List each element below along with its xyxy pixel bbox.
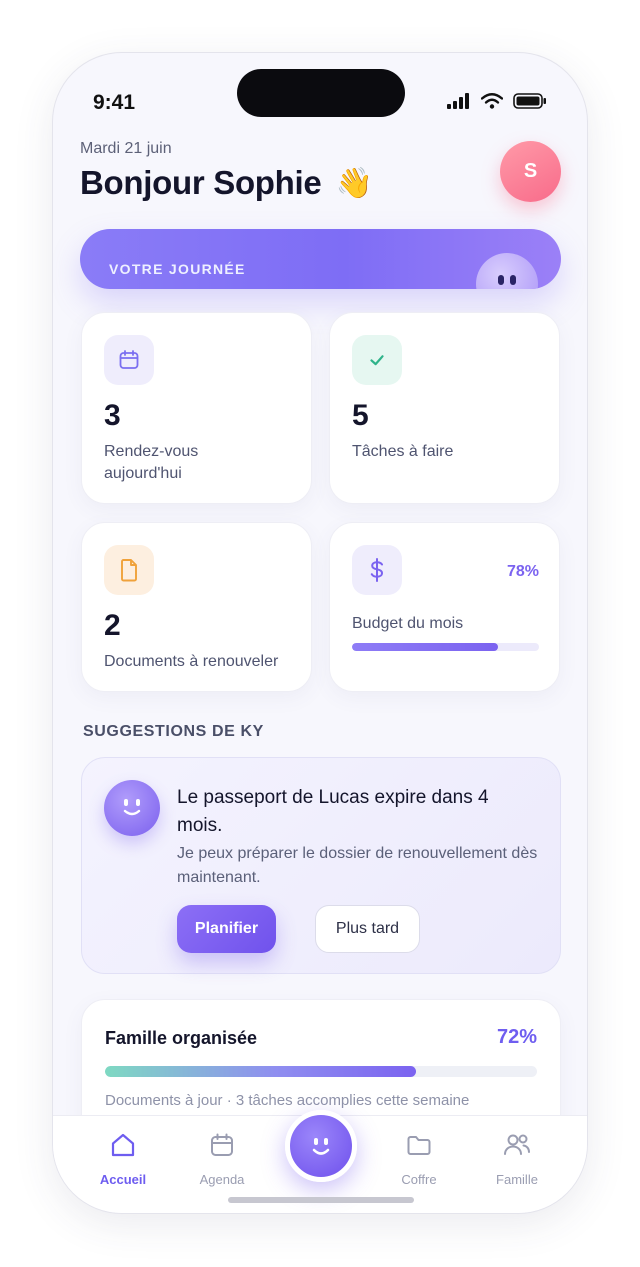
suggestion-card: Le passeport de Lucas expire dans 4 mois… — [81, 757, 561, 974]
check-icon — [352, 335, 402, 385]
tab-accueil[interactable]: Accueil — [83, 1130, 163, 1187]
appointments-count: 3 — [104, 399, 121, 432]
family-progress-fill — [105, 1066, 417, 1077]
profile-avatar[interactable]: S — [500, 141, 561, 202]
tab-label: Coffre — [401, 1172, 437, 1187]
family-title: Famille organisée — [105, 1028, 258, 1048]
day-summary-banner[interactable]: VOTRE JOURNÉE — [80, 229, 561, 289]
plan-button[interactable]: Planifier — [177, 905, 276, 953]
home-indicator — [228, 1197, 414, 1203]
tasks-card[interactable]: 5 Tâches à faire — [329, 312, 560, 504]
later-button[interactable]: Plus tard — [315, 905, 420, 953]
tab-label: Accueil — [99, 1172, 147, 1187]
tab-famille[interactable]: Famille — [477, 1130, 557, 1187]
suggestion-message: Le passeport de Lucas expire dans 4 mois… — [177, 787, 489, 836]
status-time: 9:41 — [93, 91, 136, 114]
calendar-icon — [104, 335, 154, 385]
family-percent: 72% — [496, 1026, 537, 1048]
smiley-icon — [312, 1138, 330, 1155]
appointments-card[interactable]: 3 Rendez-vous aujourd'hui — [81, 312, 312, 504]
documents-card[interactable]: 2 Documents à renouveler — [81, 522, 312, 692]
budget-progress-bar — [352, 643, 539, 651]
budget-label: Budget du mois — [352, 615, 464, 632]
day-summary-label: VOTRE JOURNÉE — [109, 261, 246, 277]
waving-hand-icon: 👋 — [335, 166, 373, 200]
tab-label: Agenda — [199, 1172, 245, 1187]
tab-label: Famille — [496, 1172, 538, 1187]
greeting-heading: Bonjour Sophie 👋 — [80, 164, 373, 202]
appointments-label: Rendez-vous aujourd'hui — [104, 443, 199, 482]
ky-mascot-icon — [476, 253, 538, 289]
dollar-icon — [352, 545, 402, 595]
family-note: Documents à jour · 3 tâches accomplies c… — [105, 1092, 470, 1109]
documents-label: Documents à renouveler — [104, 653, 279, 670]
budget-percent: 78% — [506, 563, 539, 580]
ky-assistant-button[interactable] — [285, 1110, 357, 1182]
status-icons — [447, 93, 547, 109]
budget-card[interactable]: 78% Budget du mois — [329, 522, 560, 692]
signal-icon — [447, 93, 469, 109]
family-progress-bar — [105, 1066, 537, 1077]
suggestions-heading: SUGGESTIONS DE KY — [83, 723, 264, 740]
users-icon — [477, 1130, 557, 1160]
current-date: Mardi 21 juin — [80, 140, 172, 157]
tab-coffre[interactable]: Coffre — [379, 1130, 459, 1187]
dynamic-island — [237, 69, 405, 117]
home-icon — [83, 1130, 163, 1160]
tab-agenda[interactable]: Agenda — [182, 1130, 262, 1187]
calendar-icon — [182, 1130, 262, 1160]
battery-icon — [513, 93, 546, 109]
document-icon — [104, 545, 154, 595]
tasks-label: Tâches à faire — [352, 443, 454, 460]
wifi-icon — [481, 93, 503, 109]
suggestion-detail: Je peux préparer le dossier de renouvell… — [177, 845, 538, 886]
ky-assistant-icon — [104, 780, 160, 836]
budget-progress-fill — [352, 643, 498, 651]
phone-frame: 9:41 Mardi 21 juin Bonjour Sophie 👋 S VO… — [52, 52, 588, 1214]
greeting-text: Bonjour Sophie — [80, 164, 322, 201]
documents-count: 2 — [104, 609, 121, 642]
folder-icon — [379, 1130, 459, 1160]
tasks-count: 5 — [352, 399, 369, 432]
